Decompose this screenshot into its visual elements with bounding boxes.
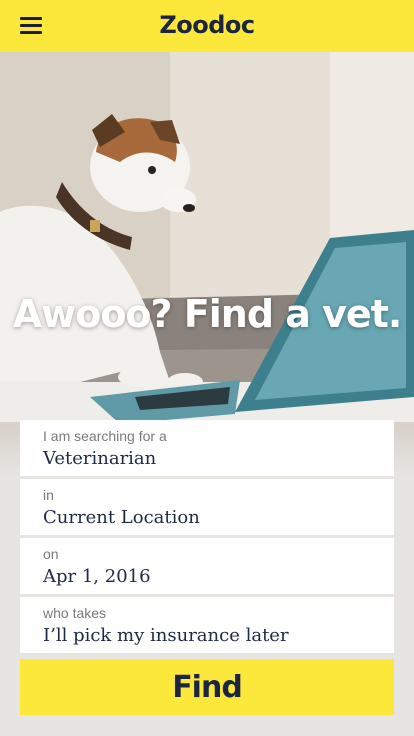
top-bar: Zoodoc <box>0 0 414 52</box>
insurance-field[interactable]: who takes I’ll pick my insurance later <box>20 597 394 653</box>
date-label: on <box>43 546 59 562</box>
location-value: Current Location <box>43 507 200 528</box>
insurance-label: who takes <box>43 605 107 621</box>
service-type-label: I am searching for a <box>43 428 167 444</box>
location-label: in <box>43 487 54 503</box>
date-field[interactable]: on Apr 1, 2016 <box>20 538 394 594</box>
insurance-value: I’ll pick my insurance later <box>43 625 289 646</box>
location-field[interactable]: in Current Location <box>20 479 394 535</box>
brand-logo: Zoodoc <box>159 11 255 39</box>
service-type-value: Veterinarian <box>43 448 157 469</box>
hero-headline: Awooo? Find a vet. <box>12 292 403 336</box>
date-value: Apr 1, 2016 <box>43 566 151 587</box>
find-button[interactable]: Find <box>20 659 394 715</box>
service-type-field[interactable]: I am searching for a Veterinarian <box>20 420 394 476</box>
